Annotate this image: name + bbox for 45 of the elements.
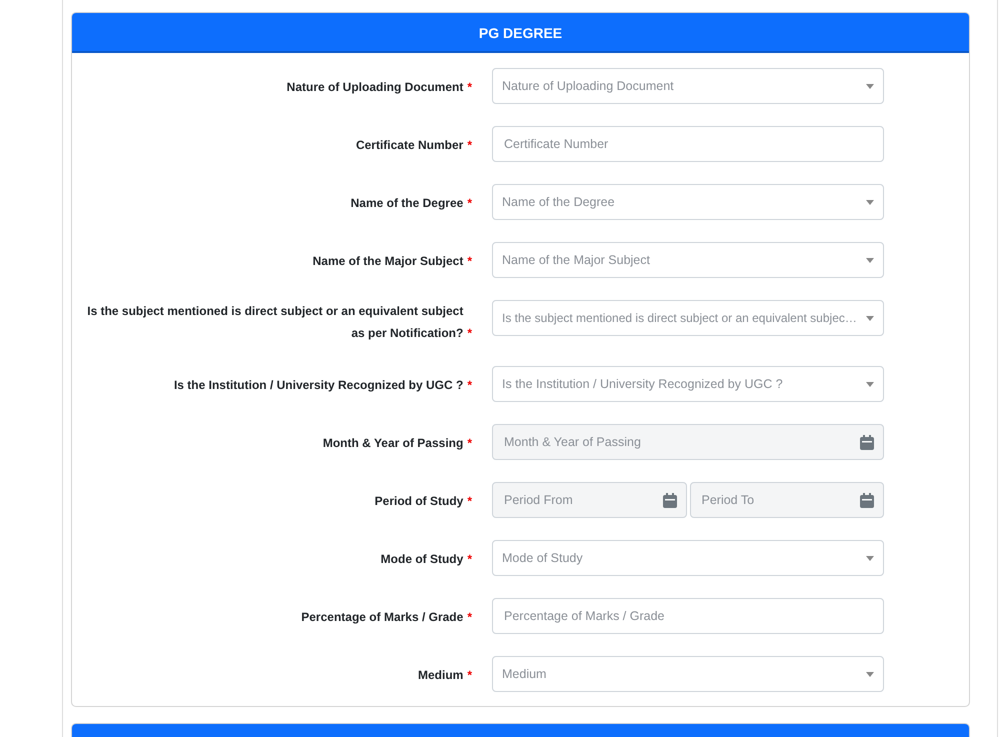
field-label: Name of the Major Subject <box>312 253 464 270</box>
date-field[interactable]: Month & Year of Passing <box>492 424 884 460</box>
input-field[interactable]: Percentage of Marks / Grade <box>492 598 884 634</box>
dropdown-field[interactable]: Medium <box>492 656 884 692</box>
caret-icon <box>866 382 874 386</box>
field-label: Is the subject mentioned is direct subject or an equivalent subject as per Notification? <box>86 303 464 342</box>
input-field[interactable]: Certificate Number <box>492 126 884 162</box>
dropdown-field[interactable]: Nature of Uploading Document <box>492 68 884 104</box>
dropdown-field[interactable]: Is the subject mentioned is direct subject or an equivalent subjec… <box>492 300 884 336</box>
required-asterisk: * <box>467 79 472 96</box>
field-label: Certificate Number <box>356 137 464 154</box>
field-label: Period of Study <box>374 493 464 510</box>
section-header: PG DEGREE <box>72 13 969 53</box>
date-field[interactable]: Period To <box>690 482 884 518</box>
calendar-icon <box>860 492 874 508</box>
field-label: Is the Institution / University Recognized by UGC ? <box>174 377 464 394</box>
caret-icon <box>866 556 874 560</box>
caret-icon <box>866 84 874 88</box>
field-label: Mode of Study <box>380 551 464 568</box>
dropdown-field[interactable]: Is the Institution / University Recognized by UGC ? <box>492 366 884 402</box>
required-asterisk: * <box>467 253 472 270</box>
required-asterisk: * <box>467 493 472 510</box>
required-asterisk: * <box>467 325 472 342</box>
calendar-icon <box>860 434 874 450</box>
date-field[interactable]: Period From <box>492 482 686 518</box>
required-asterisk: * <box>467 435 472 452</box>
required-asterisk: * <box>467 137 472 154</box>
required-asterisk: * <box>467 551 472 568</box>
field-label: Month & Year of Passing <box>322 435 464 452</box>
dropdown-field[interactable]: Name of the Major Subject <box>492 242 884 278</box>
required-asterisk: * <box>467 609 472 626</box>
field-label: Name of the Degree <box>350 195 464 212</box>
caret-icon <box>866 316 874 320</box>
field-label: Nature of Uploading Document <box>286 79 464 96</box>
field-label: Medium <box>418 667 464 684</box>
calendar-icon <box>662 492 676 508</box>
caret-icon <box>866 200 874 204</box>
field-label: Percentage of Marks / Grade <box>301 609 464 626</box>
caret-icon <box>866 672 874 676</box>
required-asterisk: * <box>467 195 472 212</box>
required-asterisk: * <box>467 667 472 684</box>
required-asterisk: * <box>467 377 472 394</box>
dropdown-field[interactable]: Mode of Study <box>492 540 884 576</box>
caret-icon <box>866 258 874 262</box>
dropdown-field[interactable]: Name of the Degree <box>492 184 884 220</box>
